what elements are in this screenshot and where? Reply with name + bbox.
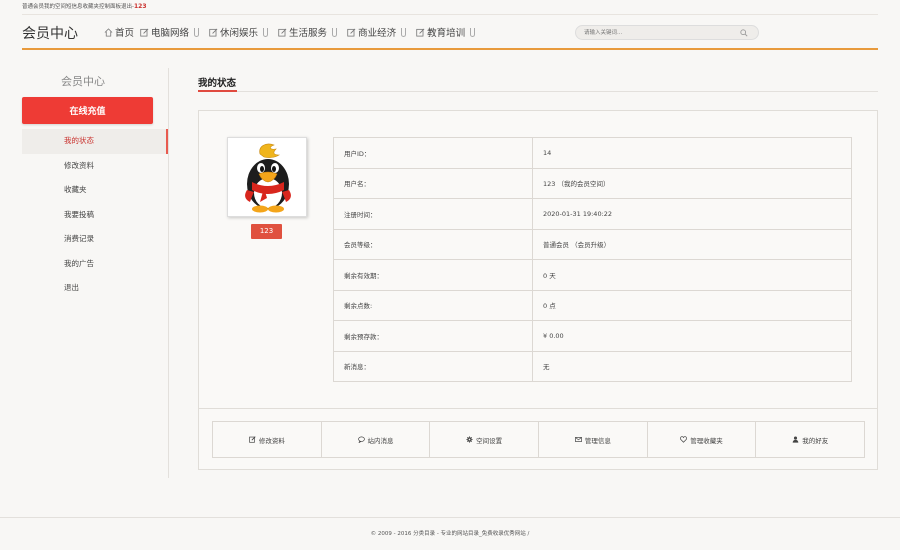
header: 会员中心 首页 电脑网络 休闲娱乐 生活服务 商业经济 教育培训	[22, 15, 878, 49]
cup-icon	[470, 27, 476, 37]
nav-item-label: 休闲娱乐	[220, 28, 259, 39]
info-value: ¥ 0.00	[532, 320, 852, 352]
status-panel: 123 用户ID： 14 用户名： 123 （我的会员空间） 注册时间： 202…	[198, 110, 878, 470]
table-row: 新消息： 无	[333, 350, 852, 382]
cup-icon	[401, 27, 407, 37]
action-edit-profile[interactable]: 修改资料	[213, 422, 322, 457]
avatar-username-badge: 123	[251, 224, 282, 239]
nav-item-label: 商业经济	[358, 28, 397, 39]
info-key: 剩余预存款：	[333, 320, 533, 352]
info-value: 2020-01-31 19:40:22	[532, 198, 852, 230]
info-key: 会员等级：	[333, 228, 533, 260]
search-box	[575, 25, 759, 40]
nav-item-life[interactable]: 生活服务	[278, 25, 341, 39]
cup-icon	[194, 27, 200, 37]
page-title-divider	[198, 91, 878, 92]
site-logo[interactable]: 会员中心	[22, 23, 78, 43]
nav-item-label: 生活服务	[289, 28, 328, 39]
nav-item-home[interactable]: 首页	[104, 25, 134, 39]
nav-item-leisure[interactable]: 休闲娱乐	[209, 25, 272, 39]
edit-icon	[278, 28, 287, 37]
top-bar: 普通会员我的空间短信息收藏夹控制面板退出-123	[0, 0, 900, 14]
nav-item-label: 电脑网络	[151, 28, 190, 39]
action-label: 修改资料	[258, 436, 285, 445]
sidebar-title: 会员中心	[61, 75, 105, 88]
footer-divider	[0, 517, 900, 518]
info-key: 用户ID：	[333, 137, 533, 169]
sidebar-item-status[interactable]: 我的状态	[22, 129, 168, 154]
info-key: 剩余有效期：	[333, 259, 533, 291]
penguin-avatar-icon	[245, 143, 291, 213]
quick-actions: 修改资料 站内消息 空间设置 管理信息 管理收藏夹 我的好友	[212, 421, 865, 458]
info-key: 用户名：	[333, 167, 533, 199]
action-label: 空间设置	[476, 436, 503, 445]
recharge-button[interactable]: 在线充值	[22, 97, 153, 124]
sidebar-item-ads[interactable]: 我的广告	[22, 252, 168, 277]
cup-icon	[263, 27, 269, 37]
table-row: 剩余有效期： 0 天	[333, 259, 852, 291]
panel-divider	[199, 408, 877, 409]
page-title: 我的状态	[198, 78, 237, 89]
edit-icon	[416, 28, 425, 37]
action-label: 管理收藏夹	[690, 436, 723, 445]
action-label: 我的好友	[802, 436, 829, 445]
sidebar-item-consumption[interactable]: 消费记录	[22, 227, 168, 252]
action-my-friends[interactable]: 我的好友	[756, 422, 864, 457]
action-manage-favorites[interactable]: 管理收藏夹	[648, 422, 757, 457]
info-value: 14	[532, 137, 852, 169]
action-label: 管理信息	[584, 436, 611, 445]
info-value: 0 点	[532, 289, 852, 321]
sidebar-divider	[168, 68, 169, 478]
sidebar-item-submit[interactable]: 我要投稿	[22, 203, 168, 228]
action-label: 站内消息	[367, 436, 394, 445]
cup-icon	[332, 27, 338, 37]
info-key: 新消息：	[333, 350, 533, 382]
page-title-underline	[198, 90, 237, 92]
nav-item-label: 首页	[115, 28, 135, 39]
comment-icon	[357, 436, 365, 443]
nav-item-computer[interactable]: 电脑网络	[140, 25, 203, 39]
edit-icon	[140, 28, 149, 37]
info-value: 0 天	[532, 259, 852, 291]
sidebar-item-edit-profile[interactable]: 修改资料	[22, 154, 168, 179]
edit-icon	[347, 28, 356, 37]
footer: © 2009 - 2016 分类目录 - 专业的网站目录_免费收录优秀网站 /	[370, 531, 530, 537]
nav-item-business[interactable]: 商业经济	[347, 25, 410, 39]
table-row: 剩余点数: 0 点	[333, 289, 852, 321]
top-bar-username[interactable]: 123	[134, 3, 147, 10]
table-row: 用户名： 123 （我的会员空间）	[333, 167, 852, 199]
action-space-settings[interactable]: 空间设置	[430, 422, 540, 457]
info-key: 剩余点数:	[333, 289, 533, 321]
table-row: 注册时间： 2020-01-31 19:40:22	[333, 198, 852, 230]
top-bar-links[interactable]: 普通会员我的空间短信息收藏夹控制面板退出-	[22, 4, 134, 10]
nav-item-label: 教育培训	[427, 28, 466, 39]
action-manage-info[interactable]: 管理信息	[539, 422, 648, 457]
heart-icon	[680, 436, 688, 443]
main-nav: 首页 电脑网络 休闲娱乐 生活服务 商业经济 教育培训	[104, 25, 485, 39]
user-info-table: 用户ID： 14 用户名： 123 （我的会员空间） 注册时间： 2020-01…	[333, 137, 852, 382]
gear-icon	[466, 436, 473, 443]
user-icon	[792, 436, 799, 443]
home-icon	[104, 27, 113, 37]
sidebar-item-favorites[interactable]: 收藏夹	[22, 178, 168, 203]
envelope-icon	[574, 437, 582, 442]
edit-icon	[209, 28, 218, 37]
nav-item-education[interactable]: 教育培训	[416, 25, 479, 39]
sidebar: 会员中心 在线充值 我的状态 修改资料 收藏夹 我要投稿 消费记录 我的广告 退…	[22, 50, 168, 478]
search-icon[interactable]	[740, 29, 748, 37]
edit-icon	[249, 436, 256, 443]
info-value[interactable]: 123 （我的会员空间）	[532, 167, 852, 199]
search-input[interactable]	[584, 26, 734, 39]
table-row: 会员等级： 普通会员 （会员升级）	[333, 228, 852, 260]
table-row: 用户ID： 14	[333, 137, 852, 169]
info-key: 注册时间：	[333, 198, 533, 230]
avatar[interactable]	[227, 137, 307, 217]
sidebar-item-logout[interactable]: 退出	[22, 276, 168, 301]
info-value: 无	[532, 350, 852, 382]
table-row: 剩余预存款： ¥ 0.00	[333, 320, 852, 352]
action-messages[interactable]: 站内消息	[322, 422, 431, 457]
info-value[interactable]: 普通会员 （会员升级）	[532, 228, 852, 260]
sidebar-menu: 我的状态 修改资料 收藏夹 我要投稿 消费记录 我的广告 退出	[22, 129, 168, 301]
